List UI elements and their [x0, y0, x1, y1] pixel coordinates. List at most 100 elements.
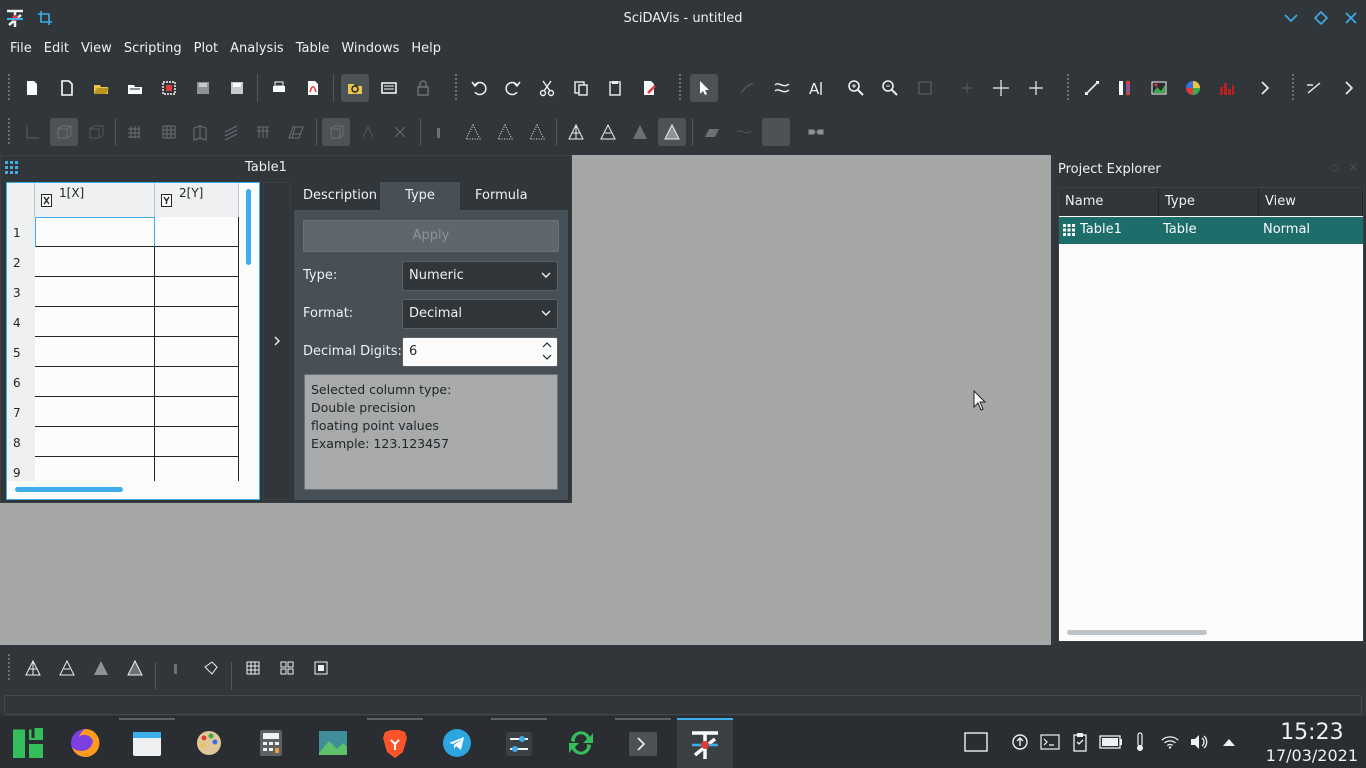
table-cell[interactable]: [35, 217, 155, 247]
menu-file[interactable]: File: [4, 36, 38, 64]
project-tree[interactable]: Name Type View Table1 Table Normal: [1058, 187, 1364, 642]
tab-type[interactable]: Type: [380, 182, 460, 210]
paste-icon[interactable]: [601, 74, 629, 102]
table-cell[interactable]: [35, 397, 155, 427]
cut-icon[interactable]: [533, 74, 561, 102]
table-icon[interactable]: [5, 161, 21, 179]
clipboard-icon[interactable]: [1070, 732, 1090, 752]
plot3d-bars-icon[interactable]: [162, 654, 190, 682]
polygon-style-icon[interactable]: [626, 118, 654, 146]
header-view[interactable]: View: [1259, 188, 1363, 216]
grid-back-icon[interactable]: [120, 118, 148, 146]
system-settings-icon[interactable]: [491, 718, 547, 768]
telegram-icon[interactable]: [429, 718, 485, 768]
new-file-icon[interactable]: [53, 74, 81, 102]
table-cell[interactable]: [155, 247, 239, 277]
save-icon[interactable]: [189, 74, 217, 102]
rotate-icon[interactable]: [354, 118, 382, 146]
points-3d-icon[interactable]: [459, 118, 487, 146]
color-map-icon[interactable]: [273, 654, 301, 682]
add-point-icon[interactable]: [953, 74, 981, 102]
terminal-icon[interactable]: [615, 718, 671, 768]
menu-plot[interactable]: Plot: [188, 36, 225, 64]
color-scale-icon[interactable]: [1111, 74, 1139, 102]
wireframe-icon[interactable]: [562, 118, 590, 146]
table-cell[interactable]: [35, 367, 155, 397]
floor-iso-icon[interactable]: [730, 118, 758, 146]
terminal-tray-icon[interactable]: [1040, 732, 1060, 752]
grid-left-icon[interactable]: [186, 118, 214, 146]
file-manager-icon[interactable]: [119, 718, 175, 768]
float-icon[interactable]: ◇: [1330, 161, 1338, 174]
box-frame-icon[interactable]: [50, 118, 78, 146]
table-cell[interactable]: [155, 427, 239, 457]
table-cell[interactable]: [155, 367, 239, 397]
text-tool-icon[interactable]: A: [802, 74, 830, 102]
column-header-1[interactable]: 1[X]: [35, 183, 155, 217]
zoom-in-icon[interactable]: [842, 74, 870, 102]
row-header[interactable]: 5: [7, 337, 35, 367]
brave-browser-icon[interactable]: [367, 718, 423, 768]
filled-mesh-icon[interactable]: [658, 118, 686, 146]
contour-plot-icon[interactable]: [239, 654, 267, 682]
export-pdf-icon[interactable]: [299, 74, 327, 102]
row-header[interactable]: 3: [7, 277, 35, 307]
more-tools-icon[interactable]: [1251, 74, 1279, 102]
hidden-lines-icon[interactable]: [594, 118, 622, 146]
firefox-icon[interactable]: [57, 718, 113, 768]
application-launcher-icon[interactable]: [0, 718, 56, 768]
redo-icon[interactable]: [499, 74, 527, 102]
menu-help[interactable]: Help: [405, 36, 447, 64]
menu-edit[interactable]: Edit: [38, 36, 75, 64]
menu-scripting[interactable]: Scripting: [118, 36, 188, 64]
spin-arrows-icon[interactable]: [541, 339, 553, 367]
decimal-digits-spinbox[interactable]: 6: [402, 337, 558, 367]
clock[interactable]: 15:23 17/03/2021: [1266, 720, 1358, 766]
battery-icon[interactable]: [1098, 732, 1124, 752]
undo-icon[interactable]: [465, 74, 493, 102]
horizontal-scrollbar[interactable]: [15, 487, 123, 492]
close-button[interactable]: [1341, 8, 1361, 28]
grid-ceil-icon[interactable]: [249, 118, 277, 146]
crosshair-icon[interactable]: [987, 74, 1015, 102]
table-cell[interactable]: [155, 277, 239, 307]
row-header[interactable]: 6: [7, 367, 35, 397]
save-as-icon[interactable]: [223, 74, 251, 102]
table-cell[interactable]: [155, 217, 239, 247]
open-template-icon[interactable]: [121, 74, 149, 102]
more-tools-icon-2[interactable]: [1335, 74, 1363, 102]
menu-view[interactable]: View: [75, 36, 118, 64]
table-cell[interactable]: [35, 307, 155, 337]
header-name[interactable]: Name: [1059, 188, 1159, 216]
menu-table[interactable]: Table: [290, 36, 336, 64]
import-ascii-icon[interactable]: [155, 74, 183, 102]
update-icon[interactable]: [553, 718, 609, 768]
collapse-panel-button[interactable]: [263, 182, 291, 500]
menu-windows[interactable]: Windows: [335, 36, 405, 64]
table-window[interactable]: Table1 1[X] 2[Y] 1 2 3 4 5 6 7 8 9 Descr…: [0, 155, 572, 503]
plot3d-scatter-icon[interactable]: [197, 654, 225, 682]
row-header[interactable]: 2: [7, 247, 35, 277]
image-viewer-icon[interactable]: [305, 718, 361, 768]
plot3d-wireframe-icon[interactable]: [19, 654, 47, 682]
show-desktop-icon[interactable]: [963, 732, 989, 752]
tray-expand-icon[interactable]: [1219, 732, 1239, 752]
table-cell[interactable]: [35, 337, 155, 367]
axes-icon[interactable]: [18, 118, 46, 146]
bars-3d-icon[interactable]: [425, 118, 453, 146]
cones-3d-icon[interactable]: [491, 118, 519, 146]
draw-line-icon[interactable]: [1078, 74, 1106, 102]
plot3d-mesh-icon[interactable]: [121, 654, 149, 682]
volume-icon[interactable]: [1189, 732, 1209, 752]
toolbar-handle[interactable]: [8, 74, 10, 102]
table-cell[interactable]: [155, 337, 239, 367]
format-select[interactable]: Decimal: [402, 299, 558, 329]
table-window-titlebar[interactable]: Table1: [1, 156, 573, 181]
copy-icon[interactable]: [567, 74, 595, 102]
list-item[interactable]: Table1 Table Normal: [1059, 217, 1363, 244]
clear-icon[interactable]: [635, 74, 663, 102]
select-data-range-icon[interactable]: [768, 74, 796, 102]
row-header[interactable]: 1: [7, 217, 35, 247]
lock-icon[interactable]: [409, 74, 437, 102]
grid-floor-icon[interactable]: [282, 118, 310, 146]
